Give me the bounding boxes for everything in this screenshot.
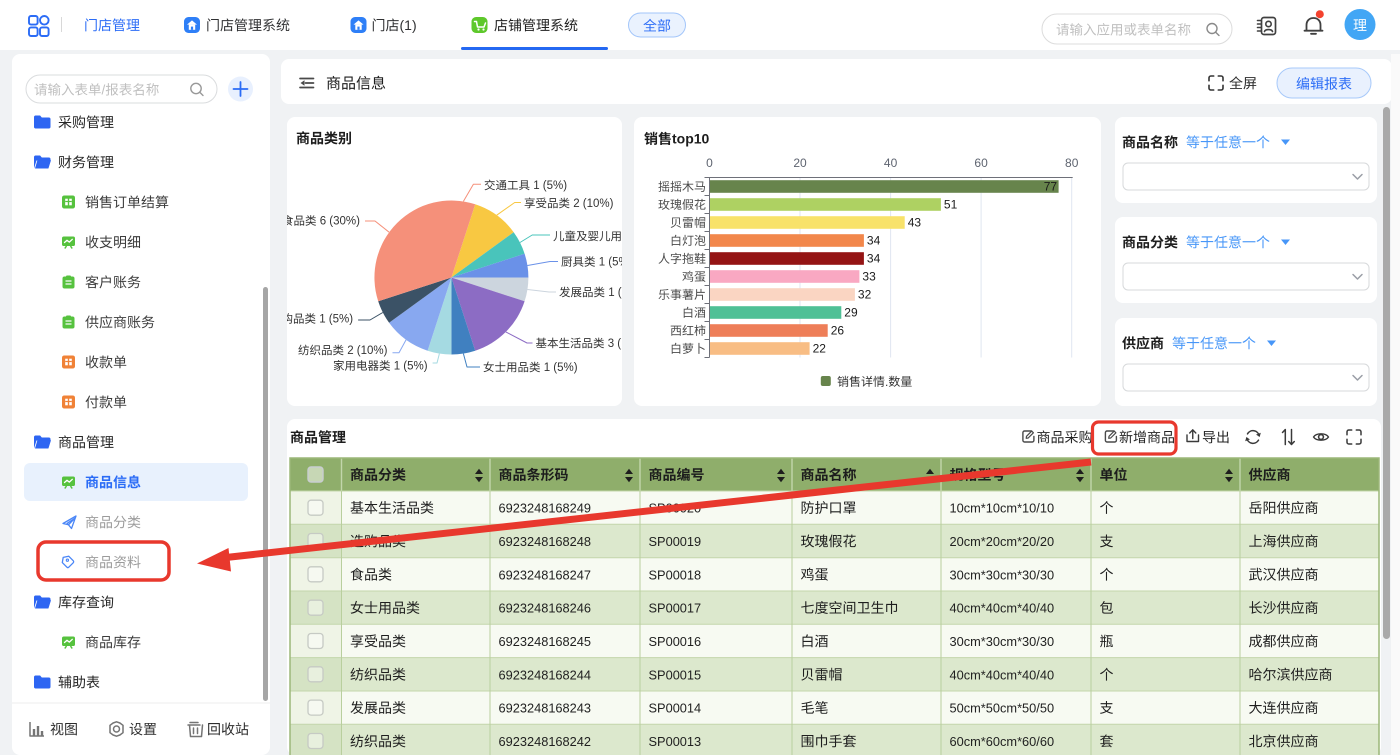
svg-text:(1): (1): [400, 17, 417, 33]
svg-text:6 (30%): 6 (30%): [320, 216, 360, 228]
svg-text:34: 34: [867, 252, 881, 266]
svg-text:/: /: [102, 82, 106, 97]
svg-text:32: 32: [858, 288, 872, 302]
svg-text:2 (10%): 2 (10%): [573, 198, 613, 210]
svg-text:6923248168248: 6923248168248: [499, 534, 592, 549]
svg-text:6923248168245: 6923248168245: [499, 634, 592, 649]
svg-text:33: 33: [862, 270, 876, 284]
svg-text:10cm*10cm*10/10: 10cm*10cm*10/10: [950, 501, 1055, 516]
svg-text:50cm*50cm*50/50: 50cm*50cm*50/50: [950, 701, 1055, 716]
svg-text:1 (5%): 1 (5%): [394, 361, 428, 373]
svg-text:30cm*30cm*30/30: 30cm*30cm*30/30: [950, 567, 1055, 582]
svg-text:SP00015: SP00015: [649, 667, 702, 682]
svg-text:34: 34: [867, 234, 881, 248]
svg-text:40cm*40cm*40/40: 40cm*40cm*40/40: [950, 601, 1055, 616]
svg-text:29: 29: [844, 306, 858, 320]
svg-text:1 (5%): 1 (5%): [544, 362, 578, 374]
svg-text:SP00013: SP00013: [649, 734, 702, 749]
svg-text:30cm*30cm*30/30: 30cm*30cm*30/30: [950, 634, 1055, 649]
svg-text:6923248168246: 6923248168246: [499, 601, 592, 616]
svg-text:6923248168244: 6923248168244: [499, 667, 592, 682]
svg-text:6923248168249: 6923248168249: [499, 501, 592, 516]
svg-text:20cm*20cm*20/20: 20cm*20cm*20/20: [950, 534, 1055, 549]
svg-text:2 (10%): 2 (10%): [347, 345, 387, 357]
svg-text:6923248168243: 6923248168243: [499, 701, 592, 716]
svg-text:60: 60: [974, 156, 988, 170]
svg-text:40cm*40cm*40/40: 40cm*40cm*40/40: [950, 667, 1055, 682]
svg-text:SP00019: SP00019: [649, 534, 702, 549]
svg-text:77: 77: [1044, 180, 1058, 194]
svg-text:40: 40: [884, 156, 898, 170]
svg-text:SP00017: SP00017: [649, 601, 702, 616]
svg-text:26: 26: [831, 324, 845, 338]
svg-text:51: 51: [944, 198, 958, 212]
svg-text:SP00016: SP00016: [649, 634, 702, 649]
svg-text:6923248168247: 6923248168247: [499, 567, 592, 582]
svg-text:43: 43: [908, 216, 922, 230]
svg-text:1 (5%): 1 (5%): [533, 180, 567, 192]
svg-text:22: 22: [813, 342, 827, 356]
svg-text:60cm*60cm*60/60: 60cm*60cm*60/60: [950, 734, 1055, 749]
svg-text:SP00018: SP00018: [649, 567, 702, 582]
svg-text:0: 0: [706, 156, 713, 170]
svg-text:top10: top10: [672, 131, 710, 147]
svg-text:SP00014: SP00014: [649, 701, 702, 716]
svg-text:80: 80: [1065, 156, 1079, 170]
svg-text:.: .: [885, 375, 888, 389]
svg-text:6923248168242: 6923248168242: [499, 734, 592, 749]
svg-text:1 (5%): 1 (5%): [319, 314, 353, 326]
svg-text:20: 20: [793, 156, 807, 170]
